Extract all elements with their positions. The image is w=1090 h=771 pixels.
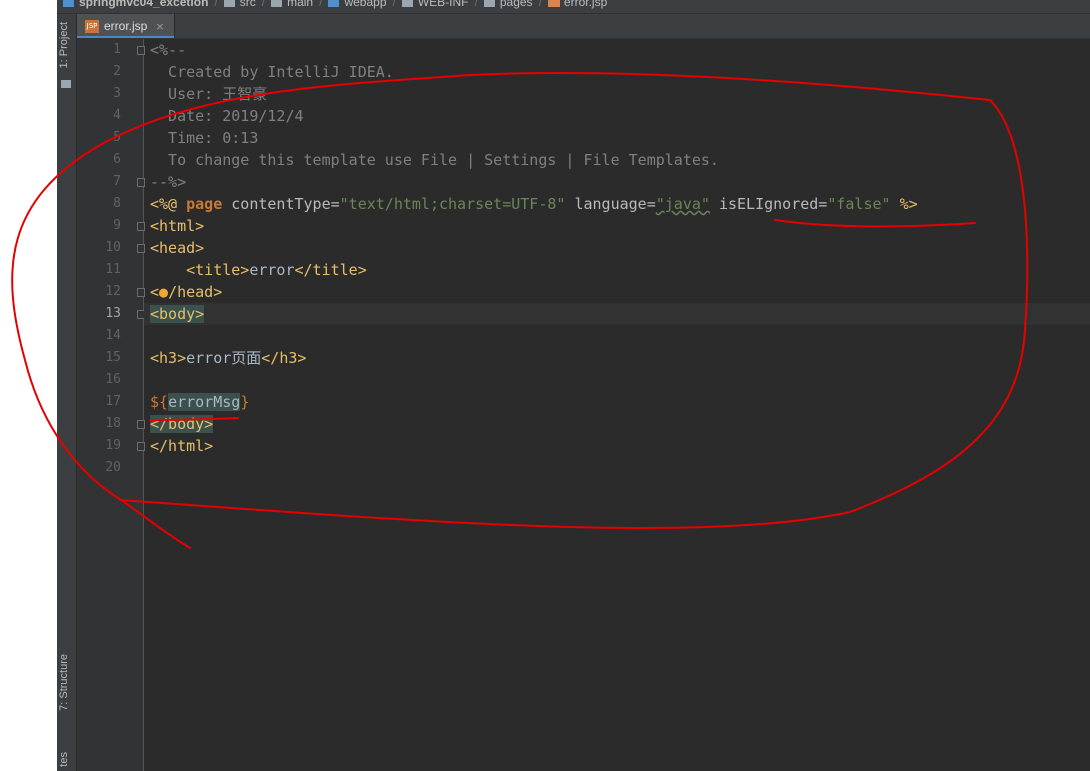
left-tool-strip: 1: Project 7: Structure tes [57, 14, 77, 771]
line-number: 10 [105, 240, 121, 255]
line-number: 9 [113, 218, 121, 233]
jsp-file-icon [547, 0, 560, 7]
line-number: 8 [113, 196, 121, 211]
code-line: <●/head> [150, 283, 223, 301]
line-number: 5 [113, 130, 121, 145]
breadcrumb-pages[interactable]: pages [483, 0, 533, 9]
folder-icon [223, 0, 235, 7]
folder-icon [401, 0, 413, 7]
code-line: Time: 0:13 [150, 129, 259, 147]
line-number: 4 [113, 108, 121, 123]
code-line: <html> [150, 217, 205, 235]
line-number: 15 [105, 350, 121, 365]
line-number: 7 [113, 174, 121, 189]
breadcrumb-main[interactable]: main [271, 0, 313, 9]
code-line: --%> [150, 173, 187, 191]
folder-icon [483, 0, 495, 7]
code-line: Date: 2019/12/4 [150, 107, 304, 125]
line-number: 20 [105, 460, 121, 475]
close-icon[interactable]: × [155, 20, 164, 33]
code-line: Created by IntelliJ IDEA. [150, 63, 394, 81]
code-line: User: 王智豪 [150, 85, 268, 103]
project-tool-button[interactable]: 1: Project [58, 22, 76, 68]
line-number: 1 [113, 42, 121, 57]
module-folder-icon [63, 0, 74, 7]
editor-gutter: 1 2 3 4 5 6 7 8 9 10 11 12 13 14 15 16 17 18 19 20 [77, 39, 145, 771]
code-line: <%-- [150, 41, 187, 59]
breadcrumb-web-inf[interactable]: WEB-INF [401, 0, 469, 9]
code-line: <title>error</title> [186, 261, 367, 279]
tab-error-jsp[interactable]: JSP error.jsp × [77, 14, 175, 38]
breadcrumb-src[interactable]: src [223, 0, 256, 9]
line-number: 13 [105, 306, 121, 321]
line-number: 14 [105, 328, 121, 343]
code-line: <%@ page contentType="text/html;charset=… [150, 195, 918, 213]
folder-icon [271, 0, 283, 7]
code-editor[interactable]: <%-- Created by IntelliJ IDEA. User: 王智豪… [144, 39, 1090, 771]
favorites-tool-button[interactable]: tes [58, 752, 76, 767]
intention-bulb-icon[interactable]: ● [159, 283, 168, 301]
code-line: ${errorMsg} [150, 393, 250, 411]
line-number: 3 [113, 86, 121, 101]
active-tab-indicator [77, 36, 174, 38]
line-number: 19 [105, 438, 121, 453]
line-number: 2 [113, 64, 121, 79]
code-line: </body> [150, 415, 214, 433]
breadcrumb: springmvc04_excetion / src / main / weba… [57, 0, 1090, 14]
line-number: 12 [105, 284, 121, 299]
line-number: 6 [113, 152, 121, 167]
jsp-file-icon: JSP [85, 19, 99, 33]
project-folder-icon [61, 80, 71, 88]
structure-tool-button[interactable]: 7: Structure [58, 654, 76, 711]
code-line-current: <body> [150, 305, 205, 323]
code-line: To change this template use File | Setti… [150, 151, 719, 169]
breadcrumb-module[interactable]: springmvc04_excetion [63, 0, 208, 9]
breadcrumb-file[interactable]: error.jsp [547, 0, 607, 9]
code-line: <h3>error页面</h3> [150, 349, 307, 367]
web-folder-icon [328, 0, 340, 7]
ide-window: springmvc04_excetion / src / main / weba… [57, 0, 1090, 771]
line-number: 11 [105, 262, 121, 277]
code-line: <head> [150, 239, 205, 257]
line-number: 17 [105, 394, 121, 409]
breadcrumb-webapp[interactable]: webapp [328, 0, 387, 9]
code-line: </html> [150, 437, 214, 455]
line-number: 18 [105, 416, 121, 431]
line-number: 16 [105, 372, 121, 387]
editor-tab-bar: JSP error.jsp × [77, 14, 1090, 39]
